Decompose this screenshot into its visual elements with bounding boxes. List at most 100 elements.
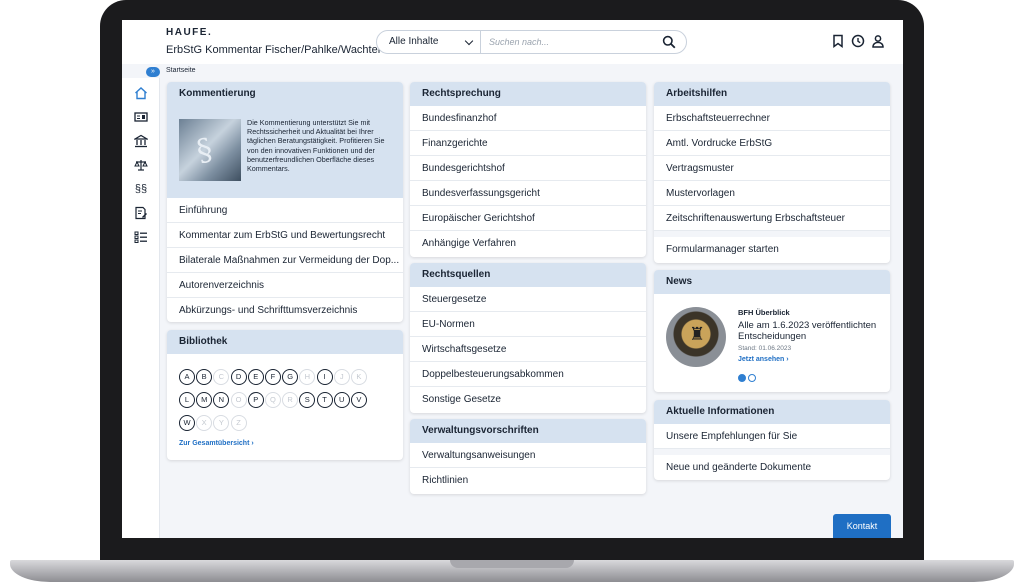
form-edit-icon[interactable] xyxy=(134,206,148,220)
header-actions xyxy=(831,34,885,48)
letter-s-button[interactable]: S xyxy=(299,392,316,408)
kommentierung-item[interactable]: Einführung xyxy=(167,198,403,223)
rechtsprechung-card: Rechtsprechung Bundesfinanzhof Finanzger… xyxy=(410,82,646,257)
user-icon[interactable] xyxy=(871,34,885,48)
letter-t-button[interactable]: T xyxy=(316,392,333,408)
letter-x-button: X xyxy=(196,415,213,431)
letter-v-button[interactable]: V xyxy=(350,392,367,408)
kommentierung-item[interactable]: Autorenverzeichnis xyxy=(167,273,403,298)
rechtsquellen-item[interactable]: Wirtschaftsgesetze xyxy=(410,337,646,362)
card-title: Verwaltungsvorschriften xyxy=(410,419,646,443)
rechtsprechung-item[interactable]: Finanzgerichte xyxy=(410,131,646,156)
court-icon[interactable] xyxy=(134,134,148,148)
news-card: News ♜ BFH Überblick Alle am 1.6.2023 ve… xyxy=(654,270,890,392)
rechtsprechung-item[interactable]: Europäischer Gerichtshof xyxy=(410,206,646,231)
rechtsprechung-item[interactable]: Bundesverfassungsgericht xyxy=(410,181,646,206)
carousel-dot-1[interactable] xyxy=(738,374,746,382)
rechtsquellen-card: Rechtsquellen Steuergesetze EU-Normen Wi… xyxy=(410,263,646,413)
arbeitshilfen-item[interactable]: Erbschaftsteuerrechner xyxy=(654,106,890,131)
news-headline: Alle am 1.6.2023 veröffentlichten Entsch… xyxy=(738,320,877,342)
news-slide[interactable]: ♜ BFH Überblick Alle am 1.6.2023 veröffe… xyxy=(654,294,890,392)
kommentierung-item[interactable]: Kommentar zum ErbStG und Bewertungsrecht xyxy=(167,223,403,248)
card-title: Kommentierung xyxy=(167,82,403,106)
arbeitshilfen-item[interactable]: Zeitschriftenauswertung Erbschaftsteuer xyxy=(654,206,890,231)
letter-a-button[interactable]: A xyxy=(179,369,195,385)
card-title: Arbeitshilfen xyxy=(654,82,890,106)
breadcrumb[interactable]: Startseite xyxy=(166,67,196,74)
letter-z-button: Z xyxy=(230,415,247,431)
search-scope-select[interactable]: Alle Inhalte xyxy=(377,31,481,53)
letter-d-button[interactable]: D xyxy=(230,369,247,385)
bookmark-icon[interactable] xyxy=(831,34,845,48)
search-scope-label: Alle Inhalte xyxy=(389,36,439,47)
carousel-dot-2[interactable] xyxy=(748,374,756,382)
verwaltung-item[interactable]: Richtlinien xyxy=(410,468,646,493)
letter-w-button[interactable]: W xyxy=(179,415,195,431)
arbeitshilfen-card: Arbeitshilfen Erbschaftsteuerrechner Amt… xyxy=(654,82,890,263)
letter-n-button[interactable]: N xyxy=(213,392,230,408)
arbeitshilfen-item[interactable]: Mustervorlagen xyxy=(654,181,890,206)
news-link[interactable]: Jetzt ansehen › xyxy=(738,356,789,363)
kommentierung-item[interactable]: Bilaterale Maßnahmen zur Vermeidung der … xyxy=(167,248,403,273)
app-header: HAUFE. ErbStG Kommentar Fischer/Pahlke/W… xyxy=(122,20,903,64)
search-icon[interactable] xyxy=(662,35,676,49)
news-label: BFH Überblick xyxy=(738,308,790,317)
aktuelle-item[interactable]: Neue und geänderte Dokumente xyxy=(654,455,890,480)
letter-g-button[interactable]: G xyxy=(282,369,299,385)
letter-m-button[interactable]: M xyxy=(196,392,213,408)
letter-b-button[interactable]: B xyxy=(196,369,213,385)
rechtsquellen-item[interactable]: Steuergesetze xyxy=(410,287,646,312)
card-title: Rechtsprechung xyxy=(410,82,646,106)
checklist-icon[interactable] xyxy=(134,230,148,244)
formularmanager-link[interactable]: Formularmanager starten xyxy=(654,237,890,262)
paragraph-sculpture-image: § xyxy=(179,119,241,181)
letter-f-button[interactable]: F xyxy=(264,369,281,385)
verwaltung-item[interactable]: Verwaltungsanweisungen xyxy=(410,443,646,468)
home-icon[interactable] xyxy=(134,86,148,100)
rechtsprechung-item[interactable]: Anhängige Verfahren xyxy=(410,231,646,256)
card-title: Aktuelle Informationen xyxy=(654,400,890,424)
history-icon[interactable] xyxy=(851,34,865,48)
app-screen: HAUFE. ErbStG Kommentar Fischer/Pahlke/W… xyxy=(122,20,903,538)
aktuelle-informationen-card: Aktuelle Informationen Unsere Empfehlung… xyxy=(654,400,890,480)
arbeitshilfen-item[interactable]: Amtl. Vordrucke ErbStG xyxy=(654,131,890,156)
letter-e-button[interactable]: E xyxy=(247,369,264,385)
federal-eagle-image: ♜ xyxy=(666,307,726,367)
overview-link[interactable]: Zur Gesamtübersicht › xyxy=(179,440,254,447)
contact-button[interactable]: Kontakt xyxy=(833,514,891,538)
document-list-icon[interactable] xyxy=(134,110,148,124)
sidebar-toggle-button[interactable]: » xyxy=(146,67,160,77)
arbeitshilfen-item[interactable]: Vertragsmuster xyxy=(654,156,890,181)
kommentierung-card: Kommentierung § Die Kommentierung unters… xyxy=(167,82,403,322)
kommentierung-intro: § Die Kommentierung unterstützt Sie mit … xyxy=(167,106,403,198)
letter-l-button[interactable]: L xyxy=(179,392,195,408)
kommentierung-item[interactable]: Abkürzungs- und Schrifttumsverzeichnis xyxy=(167,298,403,322)
carousel-dots xyxy=(738,374,756,382)
bibliothek-card: Bibliothek ABCDEFGHIJK LMNOPQRSTUV WXYZ Zu… xyxy=(167,330,403,460)
intro-text: Die Kommentierung unterstützt Sie mit Re… xyxy=(247,118,385,174)
letter-u-button[interactable]: U xyxy=(333,392,350,408)
paragraph-icon[interactable]: §§ xyxy=(134,182,148,196)
letter-i-button[interactable]: I xyxy=(316,369,333,385)
search-input[interactable] xyxy=(489,34,649,50)
brand-logo[interactable]: HAUFE. xyxy=(166,27,212,38)
scales-icon[interactable] xyxy=(134,158,148,172)
letter-p-button[interactable]: P xyxy=(247,392,264,408)
rechtsquellen-item[interactable]: EU-Normen xyxy=(410,312,646,337)
left-rail: §§ xyxy=(122,78,160,538)
search-bar: Alle Inhalte xyxy=(376,30,687,54)
page-title: ErbStG Kommentar Fischer/Pahlke/Wachter xyxy=(166,44,382,56)
aktuelle-item[interactable]: Unsere Empfehlungen für Sie xyxy=(654,424,890,449)
letter-q-button: Q xyxy=(264,392,281,408)
rechtsquellen-item[interactable]: Doppelbesteuerungsabkommen xyxy=(410,362,646,387)
letter-o-button: O xyxy=(230,392,247,408)
card-title: Rechtsquellen xyxy=(410,263,646,287)
chevron-down-icon xyxy=(464,36,474,46)
rechtsquellen-item[interactable]: Sonstige Gesetze xyxy=(410,387,646,412)
letter-r-button: R xyxy=(282,392,299,408)
alphabet-index: ABCDEFGHIJK LMNOPQRSTUV WXYZ xyxy=(179,366,389,435)
rechtsprechung-item[interactable]: Bundesfinanzhof xyxy=(410,106,646,131)
rechtsprechung-item[interactable]: Bundesgerichtshof xyxy=(410,156,646,181)
laptop-notch xyxy=(450,560,574,568)
letter-h-button: H xyxy=(299,369,316,385)
